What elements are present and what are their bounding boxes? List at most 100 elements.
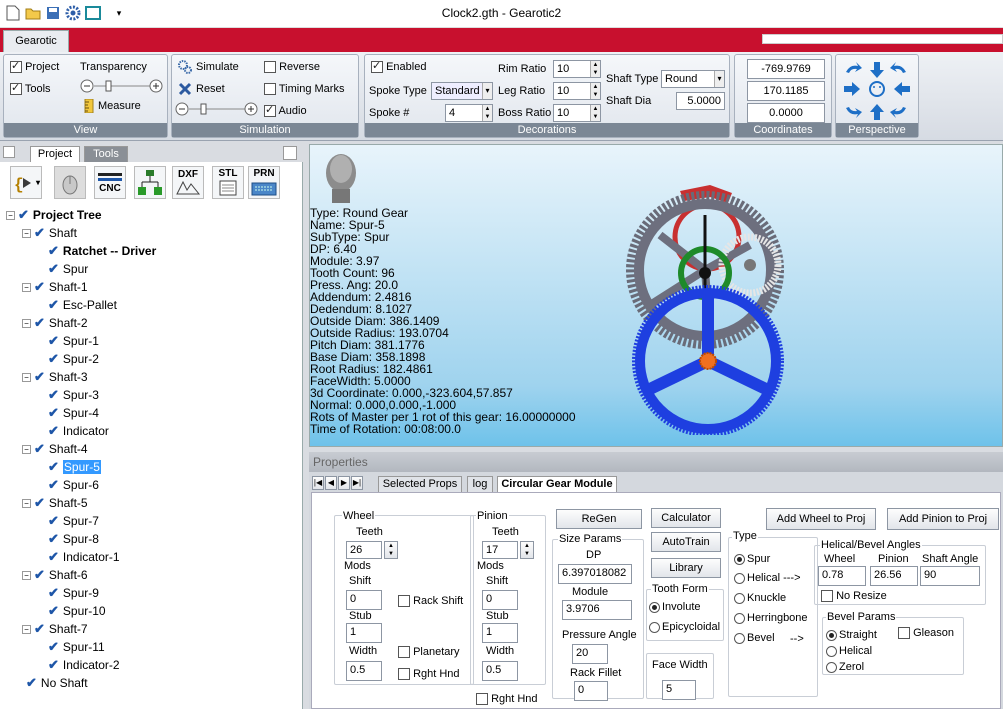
knuckle-radio[interactable] bbox=[734, 592, 745, 604]
tree-node[interactable]: − ✔ Shaft-6 bbox=[22, 566, 88, 584]
shaft-type-select[interactable]: Round ▾ bbox=[661, 70, 725, 88]
check-icon[interactable]: ✔ bbox=[18, 207, 29, 222]
spin-arrows-icon[interactable]: ▲ ▼ bbox=[590, 83, 600, 99]
check-icon[interactable]: ✔ bbox=[34, 441, 45, 456]
expand-toggle-icon[interactable]: − bbox=[22, 283, 31, 293]
straight-radio[interactable] bbox=[826, 629, 837, 641]
gleason-checkbox[interactable] bbox=[898, 627, 910, 640]
expand-toggle-icon[interactable]: − bbox=[22, 445, 31, 455]
tree-node[interactable]: ✔ Spur-11 bbox=[44, 638, 105, 656]
stl-export-icon[interactable]: STL bbox=[212, 166, 244, 199]
project-checkbox[interactable] bbox=[10, 59, 22, 74]
dp-input[interactable]: 6.397018082 bbox=[558, 564, 632, 584]
tree-node[interactable]: ✔ Spur-9 bbox=[44, 584, 99, 602]
check-icon[interactable]: ✔ bbox=[34, 279, 45, 294]
check-icon[interactable]: ✔ bbox=[48, 243, 59, 258]
add-wheel-button[interactable]: Add Wheel to Proj bbox=[766, 508, 876, 530]
tree-node[interactable]: ✔ Spur bbox=[44, 260, 88, 278]
tree-node[interactable]: − ✔ Shaft-2 bbox=[22, 314, 88, 332]
check-icon[interactable]: ✔ bbox=[48, 477, 59, 492]
tab-circular-gear-module[interactable]: Circular Gear Module bbox=[497, 476, 617, 492]
check-icon[interactable]: ✔ bbox=[34, 225, 45, 240]
audio-checkbox[interactable] bbox=[264, 103, 276, 118]
next-tab-icon[interactable]: ▶ bbox=[338, 476, 350, 490]
speed-slider[interactable] bbox=[175, 101, 259, 117]
timing-marks-checkbox[interactable] bbox=[264, 83, 276, 96]
expand-toggle-icon[interactable]: − bbox=[22, 499, 31, 509]
expand-toggle-icon[interactable]: − bbox=[6, 211, 15, 221]
rack-fillet-input[interactable]: 0 bbox=[574, 681, 608, 701]
expand-toggle-icon[interactable]: − bbox=[22, 319, 31, 329]
tree-node[interactable]: ✔ No Shaft bbox=[22, 674, 88, 692]
hb-shaft-angle-input[interactable]: 90 bbox=[920, 566, 980, 586]
helical-radio[interactable] bbox=[734, 572, 745, 584]
shaft-dia-input[interactable]: 5.0000 bbox=[676, 92, 725, 110]
check-icon[interactable]: ✔ bbox=[48, 405, 59, 420]
check-icon[interactable]: ✔ bbox=[34, 369, 45, 384]
pinion-teeth-spinner[interactable]: ▲ ▼ bbox=[520, 541, 534, 559]
check-icon[interactable]: ✔ bbox=[48, 531, 59, 546]
rack-shift-checkbox[interactable] bbox=[398, 595, 410, 608]
tree-node[interactable]: − ✔ Shaft-1 bbox=[22, 278, 88, 296]
tree-node[interactable]: ✔ Spur-3 bbox=[44, 386, 99, 404]
check-icon[interactable]: ✔ bbox=[34, 315, 45, 330]
prn-export-icon[interactable]: PRN bbox=[248, 166, 280, 199]
tree-node[interactable]: ✔ Spur-5 bbox=[44, 458, 101, 476]
tree-node[interactable]: ✔ Indicator bbox=[44, 422, 109, 440]
reverse-checkbox[interactable] bbox=[264, 61, 276, 74]
panel-pin-box[interactable] bbox=[3, 146, 15, 158]
tab-project[interactable]: Project bbox=[30, 146, 80, 162]
tree-node[interactable]: − ✔ Project Tree bbox=[6, 206, 102, 224]
spoke-type-select[interactable]: Standard ▾ bbox=[431, 82, 493, 100]
last-tab-icon[interactable]: ▶| bbox=[351, 476, 363, 490]
dxf-export-icon[interactable]: DXF bbox=[172, 166, 204, 199]
tree-node[interactable]: − ✔ Shaft-4 bbox=[22, 440, 88, 458]
coord-x-field[interactable]: -769.9769 bbox=[747, 59, 825, 79]
planetary-checkbox[interactable] bbox=[398, 646, 410, 659]
tree-node[interactable]: ✔ Esc-Pallet bbox=[44, 296, 117, 314]
first-tab-icon[interactable]: |◀ bbox=[312, 476, 324, 490]
pressure-angle-input[interactable]: 20 bbox=[572, 644, 608, 664]
check-icon[interactable]: ✔ bbox=[48, 423, 59, 438]
pinion-width-input[interactable]: 0.5 bbox=[482, 661, 518, 681]
cnc-export-icon[interactable]: CNC bbox=[94, 166, 126, 199]
tree-node[interactable]: − ✔ Shaft-7 bbox=[22, 620, 88, 638]
autotrain-button[interactable]: AutoTrain bbox=[651, 532, 721, 552]
tree-node[interactable]: ✔ Spur-8 bbox=[44, 530, 99, 548]
tree-node[interactable]: ✔ Indicator-1 bbox=[44, 548, 120, 566]
wheel-rght-hnd-checkbox[interactable] bbox=[398, 668, 410, 681]
wheel-stub-input[interactable]: 1 bbox=[346, 623, 382, 643]
pinion-rght-hnd-checkbox[interactable] bbox=[476, 693, 488, 706]
boss-ratio-input[interactable]: 10 ▲ ▼ bbox=[553, 104, 601, 122]
spoke-num-input[interactable]: 4 ▲ ▼ bbox=[445, 104, 493, 122]
check-icon[interactable]: ✔ bbox=[48, 333, 59, 348]
train-graph-icon[interactable] bbox=[134, 166, 166, 199]
tree-node[interactable]: − ✔ Shaft-3 bbox=[22, 368, 88, 386]
tab-selected-props[interactable]: Selected Props bbox=[378, 476, 462, 492]
check-icon[interactable]: ✔ bbox=[48, 603, 59, 618]
spin-arrows-icon[interactable]: ▲ ▼ bbox=[590, 105, 600, 121]
coord-y-field[interactable]: 170.1185 bbox=[747, 81, 825, 101]
wheel-teeth-input[interactable]: 26 bbox=[346, 541, 382, 559]
check-icon[interactable]: ✔ bbox=[48, 585, 59, 600]
expand-toggle-icon[interactable]: − bbox=[22, 571, 31, 581]
regen-button[interactable]: ReGen bbox=[556, 509, 642, 529]
tools-checkbox[interactable] bbox=[10, 81, 22, 96]
expand-toggle-icon[interactable]: − bbox=[22, 625, 31, 635]
tree-node[interactable]: ✔ Spur-6 bbox=[44, 476, 99, 494]
tree-node[interactable]: ✔ Spur-2 bbox=[44, 350, 99, 368]
bevel-helical-radio[interactable] bbox=[826, 645, 837, 657]
tree-node[interactable]: − ✔ Shaft-5 bbox=[22, 494, 88, 512]
code-braces-icon[interactable]: {▾ bbox=[10, 166, 42, 199]
measure-button[interactable]: Measure bbox=[84, 99, 141, 113]
wheel-shift-input[interactable]: 0 bbox=[346, 590, 382, 610]
hb-pinion-input[interactable]: 26.56 bbox=[870, 566, 918, 586]
expand-toggle-icon[interactable]: − bbox=[22, 229, 31, 239]
face-width-input[interactable]: 5 bbox=[662, 680, 696, 700]
check-icon[interactable]: ✔ bbox=[48, 297, 59, 312]
no-resize-checkbox[interactable] bbox=[821, 590, 833, 603]
check-icon[interactable]: ✔ bbox=[48, 549, 59, 564]
spin-arrows-icon[interactable]: ▲ ▼ bbox=[482, 105, 492, 121]
check-icon[interactable]: ✔ bbox=[34, 495, 45, 510]
bevel-radio[interactable] bbox=[734, 632, 745, 644]
